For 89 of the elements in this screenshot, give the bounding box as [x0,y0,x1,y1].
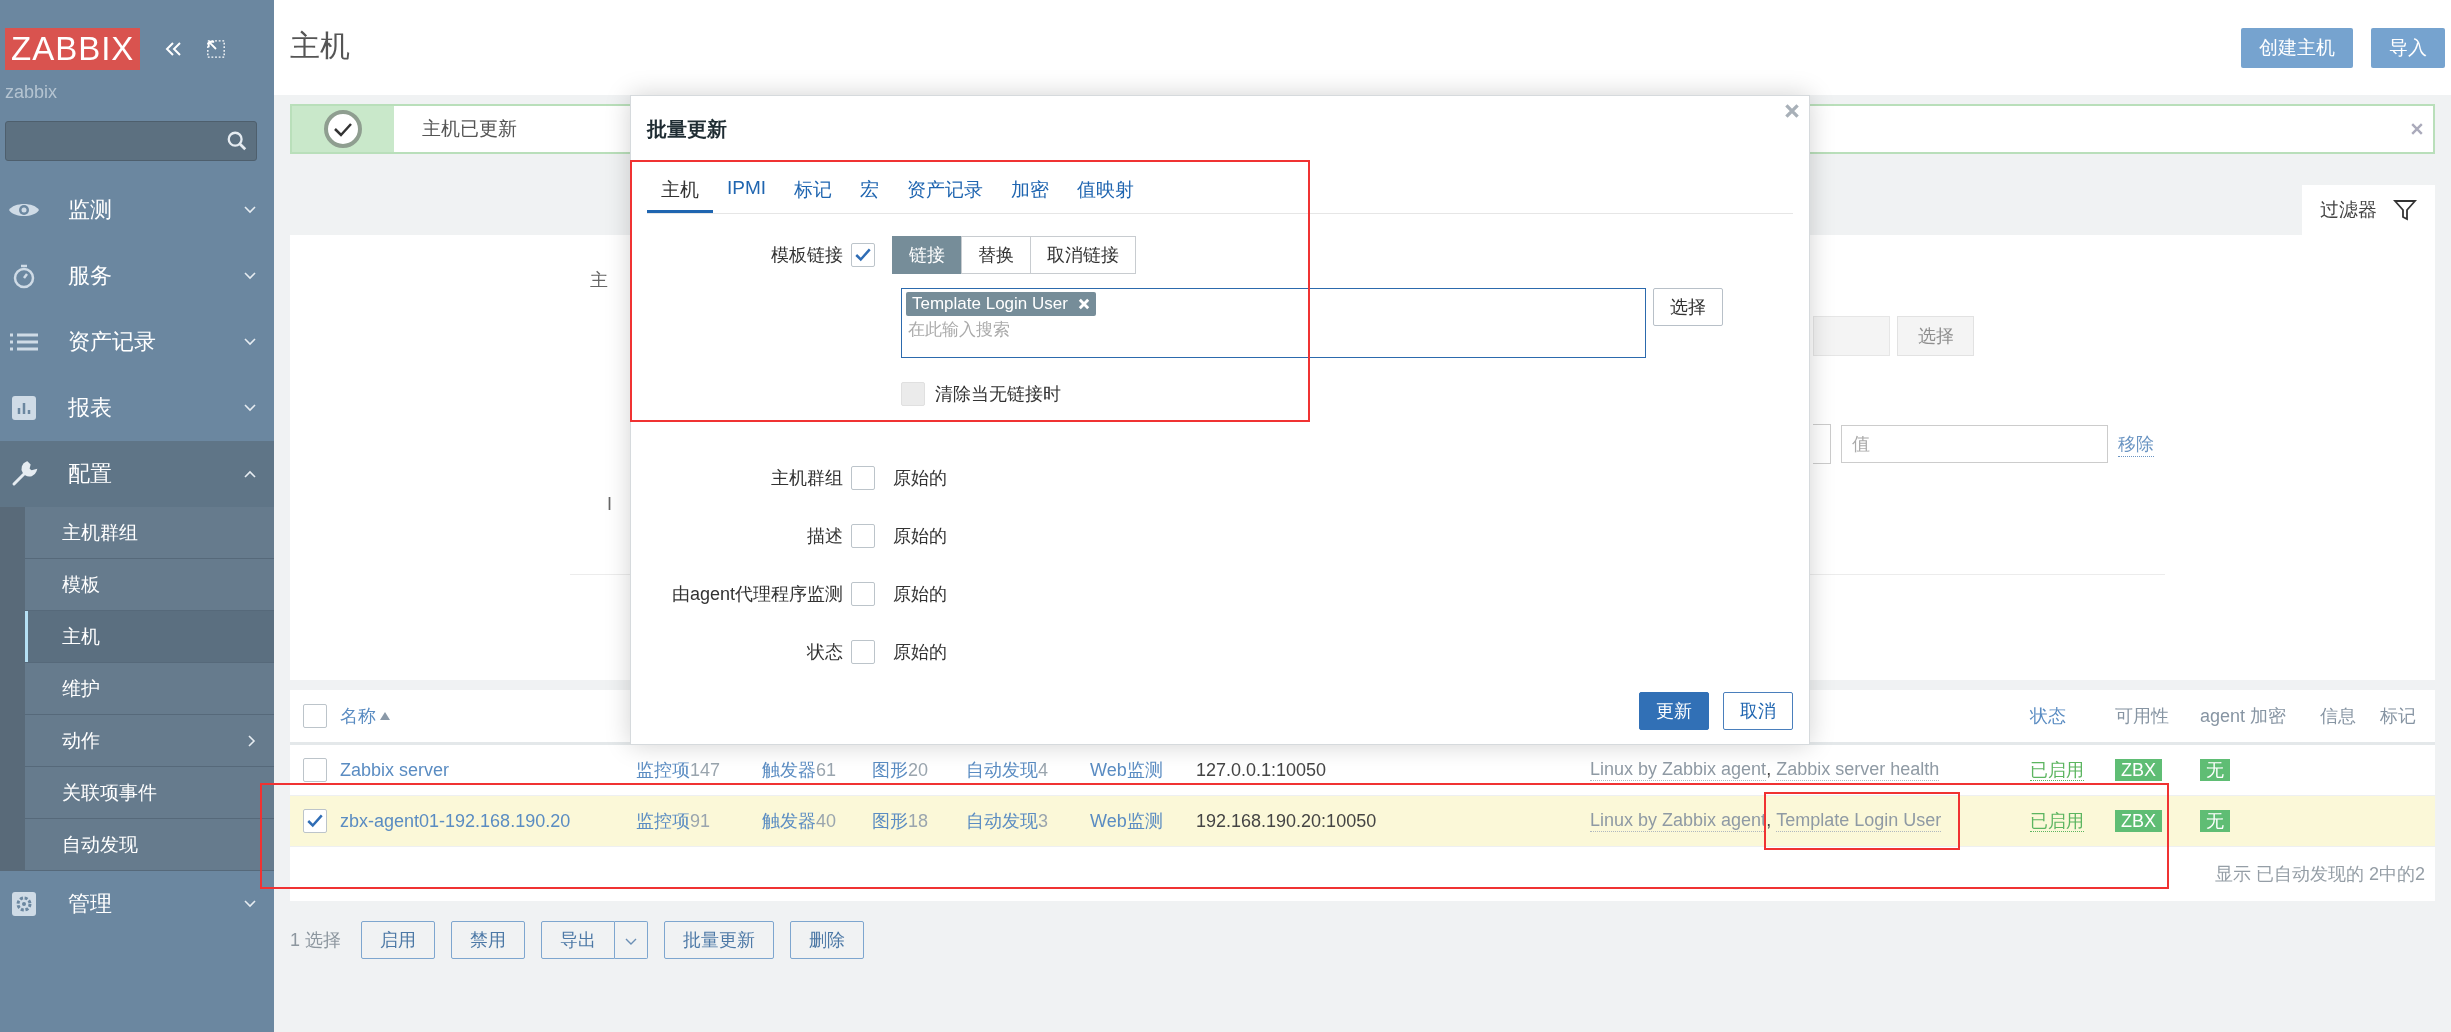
host-link-count[interactable]: 图形20 [872,758,966,782]
action-button[interactable]: 删除 [790,921,864,959]
field-label: 状态 [806,641,844,664]
field-label: 由agent代理程序监测 [670,583,844,606]
column-header: agent 加密 [2200,705,2288,728]
selected-count: 1 选择 [290,929,341,952]
action-button[interactable]: 启用 [361,921,435,959]
interface-text: 127.0.0.1:10050 [1196,759,1328,781]
select-button[interactable]: 选择 [1653,288,1723,326]
mode-option[interactable]: 链接 [892,236,962,274]
dialog-button[interactable]: 更新 [1639,692,1709,730]
paging-text: 显示 已自动发现的 2中的2 [2214,863,2425,886]
action-button[interactable]: 禁用 [451,921,525,959]
field-value: 原始的 [893,583,947,606]
select-button[interactable]: 选择 [1897,316,1974,356]
filter-tab[interactable]: 过滤器 [2302,185,2435,235]
dialog-tab[interactable]: IPMI [713,169,781,213]
template-link[interactable]: Linux by Zabbix agent [1590,759,1767,781]
encryption-badge: 无 [2200,810,2230,832]
page-title: 主机 [290,28,350,64]
host-link-count[interactable]: Web监测 [1090,809,1196,833]
host-link-count[interactable]: 监控项147 [636,758,762,782]
separator-text: , [1766,759,1772,781]
column-header: 信息 [2320,705,2357,728]
value-field[interactable]: 值 [1841,425,2108,463]
checkbox-label: 清除当无链接时 [935,383,1061,406]
field-label: 主机群组 [770,467,844,490]
host-link-count[interactable]: 自动发现3 [966,809,1090,833]
host-link-count[interactable]: 触发器40 [762,809,872,833]
menu-item[interactable]: 管理 [0,871,274,937]
availability-badge: ZBX [2115,809,2162,832]
column-header[interactable]: 名称 [340,704,636,728]
dialog-tab[interactable]: 加密 [997,169,1064,213]
submenu-item[interactable]: 维护 [25,663,274,715]
template-link[interactable]: Template Login User [1776,810,1942,832]
action-button[interactable]: 批量更新 [664,921,774,959]
host-link-count[interactable]: Web监测 [1090,758,1196,782]
header-button[interactable]: 创建主机 [2241,28,2353,68]
template-link[interactable]: Linux by Zabbix agent [1590,810,1767,832]
menu-item[interactable]: 资产记录 [0,309,274,375]
column-header: 标记 [2380,705,2417,728]
template-link[interactable]: Zabbix server health [1776,759,1940,781]
menu-item[interactable]: 服务 [0,243,274,309]
host-link[interactable]: Zabbix server [340,759,636,781]
dialog-tab[interactable]: 资产记录 [893,169,998,213]
field-value: 原始的 [893,525,947,548]
dialog-tab[interactable]: 标记 [780,169,847,213]
dialog-button[interactable]: 取消 [1723,692,1793,730]
host-link-count[interactable]: 自动发现4 [966,758,1090,782]
action-button[interactable]: 导出 [541,921,615,959]
host-link-count[interactable]: 监控项91 [636,809,762,833]
interface-text: 192.168.190.20:10050 [1196,810,1378,832]
column-header: 可用性 [2115,705,2170,728]
availability-badge: ZBX [2115,758,2162,781]
submenu-item[interactable]: 主机群组 [25,507,274,559]
dialog-title: 批量更新 [647,117,728,142]
server-name: zabbix [5,82,59,103]
template-chip: Template Login User [906,292,1096,316]
submenu-item[interactable]: 动作 [25,715,274,767]
mode-option[interactable]: 替换 [961,236,1031,274]
field-value: 原始的 [893,467,947,490]
menu-item[interactable]: 监测 [0,177,274,243]
mode-option[interactable]: 取消链接 [1030,236,1136,274]
dialog-tab[interactable]: 宏 [846,169,894,213]
encryption-badge: 无 [2200,759,2230,781]
host-link[interactable]: zbx-agent01-192.168.190.20 [340,810,636,832]
status-link[interactable]: 已启用 [2030,760,2084,781]
submenu-item[interactable]: 自动发现 [25,819,274,871]
dialog-tab[interactable]: 值映射 [1063,169,1149,213]
menu-item[interactable]: 配置 [0,441,274,507]
field-label: 模板链接 [770,244,844,267]
field-label: 描述 [806,525,844,548]
logo: ZABBIX [5,28,141,70]
remove-link[interactable]: 移除 [2118,431,2154,457]
field-label: I [607,494,612,514]
header-button[interactable]: 导入 [2371,28,2445,68]
field-label: 主 [590,270,608,290]
status-link[interactable]: 已启用 [2030,811,2084,832]
host-link-count[interactable]: 触发器61 [762,758,872,782]
dialog-tab[interactable]: 主机 [647,169,713,213]
submenu-item[interactable]: 模板 [25,559,274,611]
submenu-item[interactable]: 关联项事件 [25,767,274,819]
submenu-item[interactable]: 主机 [25,611,274,663]
template-multiselect[interactable]: Template Login User 在此输入搜索 [901,288,1646,358]
message-text: 主机已更新 [422,117,517,141]
menu-item[interactable]: 报表 [0,375,274,441]
host-link-count[interactable]: 图形18 [872,809,966,833]
field-value: 原始的 [893,641,947,664]
column-header[interactable]: 状态 [2030,704,2115,728]
